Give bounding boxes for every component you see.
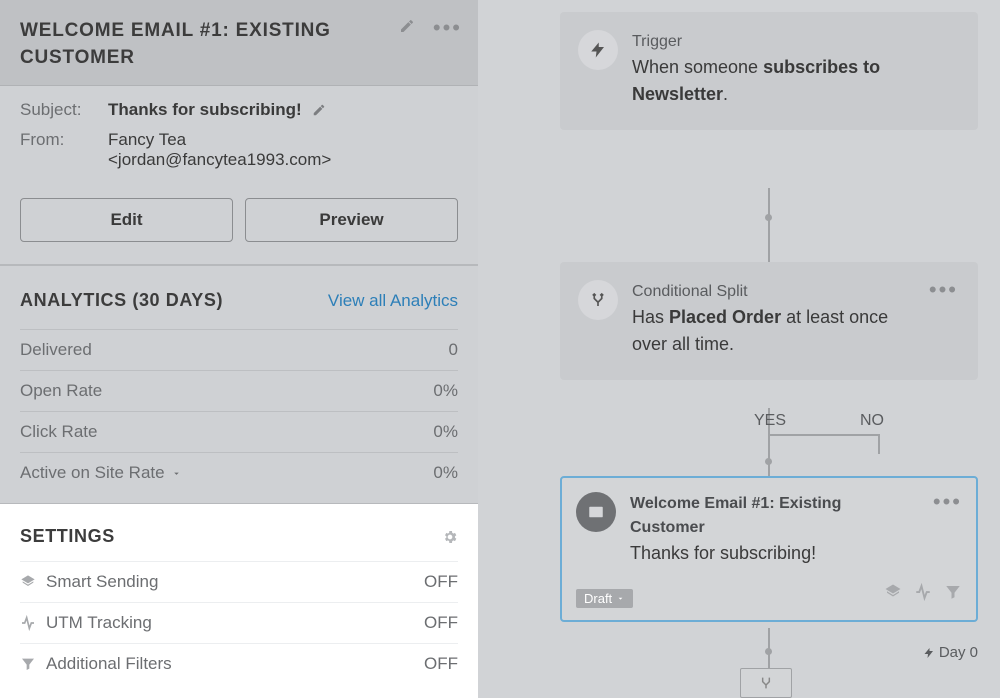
view-all-analytics-link[interactable]: View all Analytics bbox=[328, 291, 458, 311]
setting-value: OFF bbox=[424, 613, 458, 633]
node-subject: Thanks for subscribing! bbox=[630, 540, 919, 567]
pencil-icon[interactable] bbox=[399, 18, 415, 34]
setting-smart-sending[interactable]: Smart Sending OFF bbox=[20, 561, 458, 602]
analytics-row-label: Delivered bbox=[20, 340, 92, 360]
filter-icon[interactable] bbox=[944, 583, 962, 601]
email-card-title: WELCOME EMAIL #1: EXISTING CUSTOMER bbox=[20, 18, 399, 71]
flow-trigger-node[interactable]: Trigger When someone subscribes to Newsl… bbox=[560, 12, 978, 130]
connector bbox=[768, 188, 770, 262]
connector bbox=[878, 434, 880, 454]
gear-icon[interactable] bbox=[442, 529, 458, 545]
setting-value: OFF bbox=[424, 654, 458, 674]
mail-icon bbox=[576, 492, 616, 532]
activity-icon[interactable] bbox=[914, 583, 932, 601]
analytics-row-value: 0% bbox=[433, 381, 458, 401]
subject-value: Thanks for subscribing! bbox=[108, 100, 302, 120]
from-name: Fancy Tea bbox=[108, 130, 458, 150]
connector-dot bbox=[765, 214, 772, 221]
edit-button[interactable]: Edit bbox=[20, 198, 233, 242]
node-description: Has Placed Order at least once over all … bbox=[632, 304, 915, 358]
day-label: Day 0 bbox=[923, 644, 978, 661]
connector bbox=[768, 434, 880, 436]
more-icon[interactable]: ••• bbox=[929, 280, 958, 294]
analytics-row-label: Open Rate bbox=[20, 381, 102, 401]
filter-icon bbox=[20, 656, 36, 672]
node-title: Welcome Email #1: Existing Customer bbox=[630, 492, 919, 540]
layers-icon[interactable] bbox=[884, 583, 902, 601]
flow-email-node[interactable]: Welcome Email #1: Existing Customer Than… bbox=[560, 476, 978, 622]
setting-additional-filters[interactable]: Additional Filters OFF bbox=[20, 643, 458, 684]
analytics-row-value: 0% bbox=[433, 422, 458, 442]
activity-icon bbox=[20, 615, 36, 631]
connector-dot bbox=[765, 458, 772, 465]
analytics-section: ANALYTICS (30 DAYS) View all Analytics D… bbox=[0, 266, 478, 504]
node-description: When someone subscribes to Newsletter. bbox=[632, 54, 958, 108]
more-icon[interactable]: ••• bbox=[433, 18, 462, 34]
more-icon[interactable]: ••• bbox=[933, 492, 962, 506]
chevron-down-icon bbox=[171, 468, 182, 479]
chevron-down-icon bbox=[616, 594, 625, 603]
from-label: From: bbox=[20, 130, 108, 170]
analytics-row-label: Click Rate bbox=[20, 422, 97, 442]
split-icon bbox=[578, 280, 618, 320]
split-icon bbox=[758, 675, 774, 691]
settings-title: SETTINGS bbox=[20, 526, 115, 547]
node-title: Conditional Split bbox=[632, 280, 915, 304]
branch-no-label: NO bbox=[860, 412, 884, 430]
layers-icon bbox=[20, 574, 36, 590]
sidebar-panel: WELCOME EMAIL #1: EXISTING CUSTOMER ••• … bbox=[0, 0, 478, 698]
subject-label: Subject: bbox=[20, 100, 108, 120]
analytics-title: ANALYTICS (30 DAYS) bbox=[20, 290, 223, 311]
connector-dot bbox=[765, 648, 772, 655]
flow-next-node[interactable] bbox=[740, 668, 792, 698]
settings-section: SETTINGS Smart Sending OFF UTM Tracking … bbox=[0, 504, 478, 698]
analytics-row-dropdown[interactable]: Active on Site Rate bbox=[20, 463, 182, 483]
email-card-header: WELCOME EMAIL #1: EXISTING CUSTOMER ••• bbox=[0, 0, 478, 86]
bolt-icon bbox=[578, 30, 618, 70]
pencil-icon[interactable] bbox=[312, 103, 326, 117]
email-details: Subject: Thanks for subscribing! From: F… bbox=[0, 86, 478, 198]
preview-button[interactable]: Preview bbox=[245, 198, 458, 242]
connector bbox=[768, 434, 770, 476]
flow-canvas[interactable]: YES NO Trigger When someone subscribes t… bbox=[478, 0, 1000, 698]
from-email: <jordan@fancytea1993.com> bbox=[108, 150, 458, 170]
bolt-icon bbox=[923, 647, 935, 659]
node-title: Trigger bbox=[632, 30, 958, 54]
flow-split-node[interactable]: Conditional Split Has Placed Order at le… bbox=[560, 262, 978, 380]
analytics-row-value: 0 bbox=[449, 340, 458, 360]
status-badge[interactable]: Draft bbox=[576, 589, 633, 608]
setting-utm-tracking[interactable]: UTM Tracking OFF bbox=[20, 602, 458, 643]
analytics-row-value: 0% bbox=[433, 463, 458, 483]
branch-yes-label: YES bbox=[754, 412, 786, 430]
setting-value: OFF bbox=[424, 572, 458, 592]
